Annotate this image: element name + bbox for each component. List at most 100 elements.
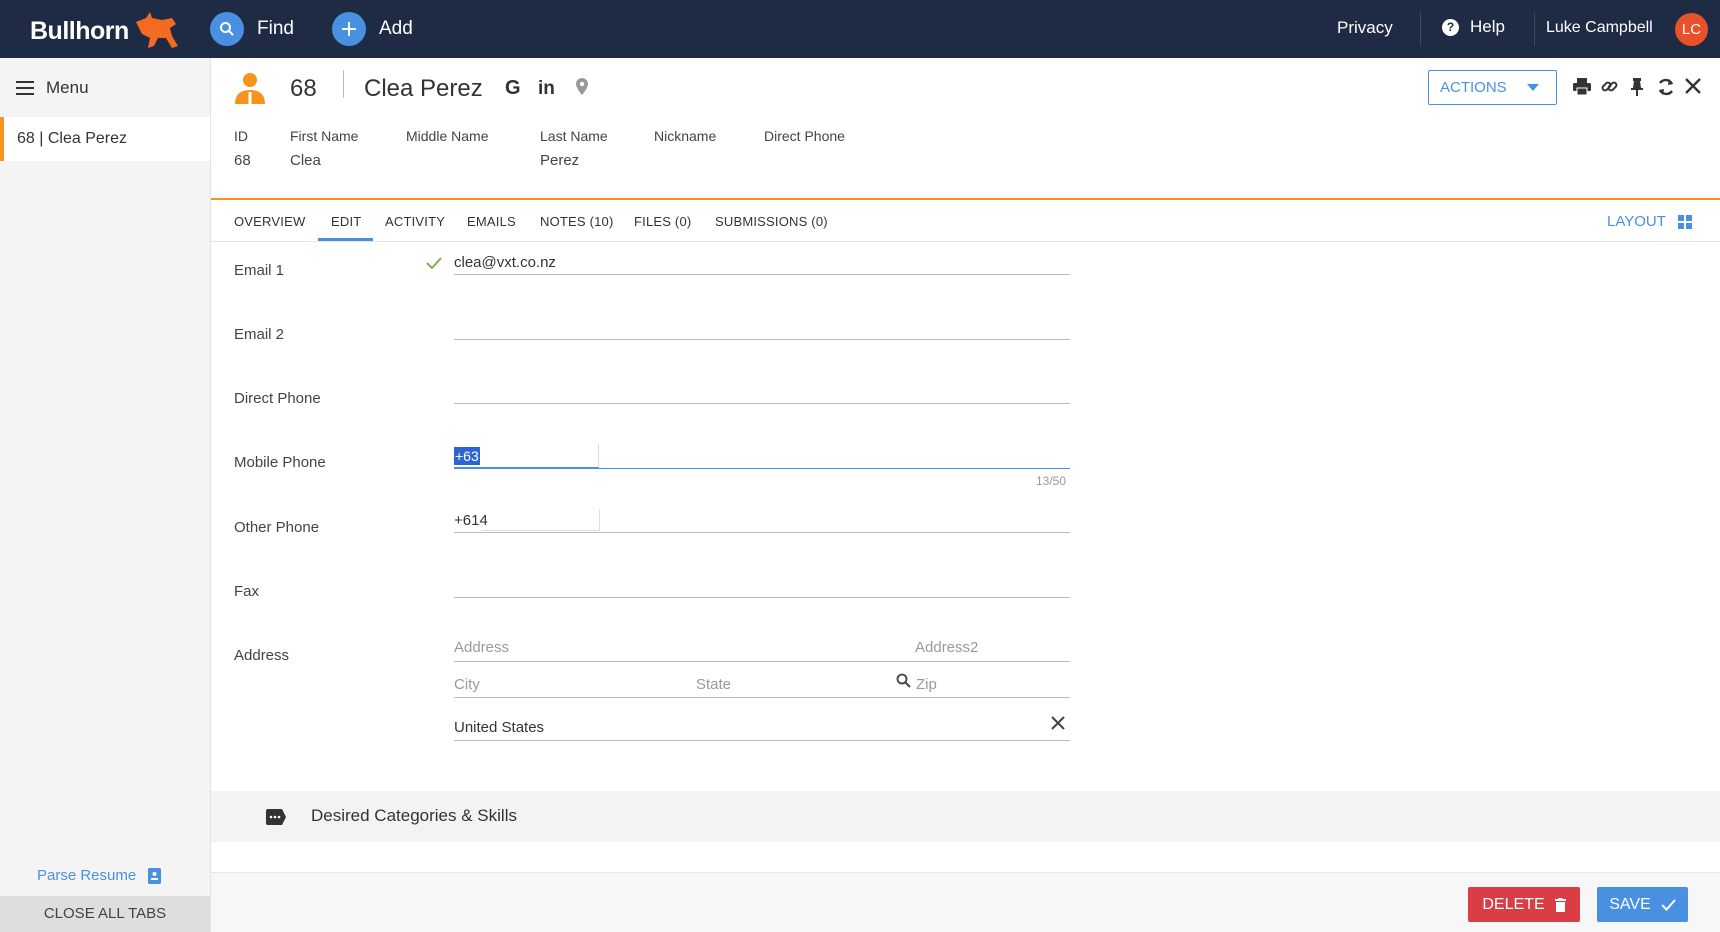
record-header: 68 Clea Perez G in ACTIONS ID 68 First N… bbox=[211, 58, 1720, 200]
mobile-phone-label: Mobile Phone bbox=[234, 454, 326, 471]
fax-input[interactable] bbox=[454, 573, 1070, 595]
record-tabs: OVERVIEW EDIT ACTIVITY EMAILS NOTES (10)… bbox=[211, 200, 1720, 242]
field-label: ID bbox=[234, 128, 248, 144]
header-field-nickname: Nickname bbox=[654, 128, 716, 152]
input-underline bbox=[454, 740, 1070, 741]
delete-button[interactable]: DELETE bbox=[1468, 887, 1580, 922]
actions-label: ACTIONS bbox=[1440, 79, 1507, 96]
layout-button[interactable]: LAYOUT bbox=[1607, 213, 1692, 230]
input-underline bbox=[454, 468, 1070, 469]
link-icon[interactable] bbox=[1601, 78, 1618, 95]
linkedin-icon[interactable]: in bbox=[538, 78, 555, 100]
delete-label: DELETE bbox=[1482, 895, 1545, 913]
tab-overview[interactable]: OVERVIEW bbox=[234, 214, 305, 229]
email2-input[interactable] bbox=[454, 316, 1070, 338]
record-id: 68 bbox=[290, 75, 317, 102]
tab-activity[interactable]: ACTIVITY bbox=[385, 214, 445, 229]
other-phone-label: Other Phone bbox=[234, 519, 320, 536]
save-label: SAVE bbox=[1609, 895, 1651, 913]
privacy-link[interactable]: Privacy bbox=[1337, 18, 1393, 38]
parse-resume-button[interactable]: Parse Resume bbox=[37, 867, 162, 884]
search-icon bbox=[210, 12, 244, 46]
find-button[interactable]: Find bbox=[210, 12, 294, 46]
parse-resume-label: Parse Resume bbox=[37, 867, 137, 884]
search-icon[interactable] bbox=[896, 673, 911, 688]
field-label: First Name bbox=[290, 128, 359, 144]
layout-label: LAYOUT bbox=[1607, 213, 1666, 230]
footer-bar: DELETE SAVE bbox=[211, 872, 1720, 932]
address-label: Address bbox=[234, 647, 290, 664]
fax-label: Fax bbox=[234, 583, 260, 600]
field-label: Last Name bbox=[540, 128, 608, 144]
header-field-id: ID 68 bbox=[234, 128, 251, 169]
menu-label: Menu bbox=[46, 78, 89, 97]
tab-edit[interactable]: EDIT bbox=[331, 214, 361, 229]
print-icon[interactable] bbox=[1573, 78, 1591, 95]
tab-submissions[interactable]: SUBMISSIONS (0) bbox=[715, 214, 828, 229]
header-field-direct-phone: Direct Phone bbox=[764, 128, 845, 152]
tab-notes[interactable]: NOTES (10) bbox=[540, 214, 614, 229]
header-field-first-name: First Name Clea bbox=[290, 128, 358, 169]
trash-icon bbox=[1554, 897, 1566, 912]
active-tab-indicator bbox=[318, 238, 373, 241]
address-input[interactable]: Address bbox=[454, 639, 509, 656]
address2-input[interactable]: Address2 bbox=[915, 639, 978, 656]
bullhorn-logo[interactable]: Bullhorn bbox=[30, 17, 129, 46]
resume-icon bbox=[148, 867, 162, 884]
refresh-icon[interactable] bbox=[1657, 78, 1675, 96]
clear-icon[interactable] bbox=[1051, 716, 1065, 730]
input-underline bbox=[454, 339, 1070, 340]
tab-files[interactable]: FILES (0) bbox=[634, 214, 691, 229]
field-label: Direct Phone bbox=[764, 128, 845, 144]
email1-input[interactable]: clea@vxt.co.nz bbox=[454, 254, 556, 271]
field-value: Clea bbox=[290, 152, 321, 169]
character-counter: 13/50 bbox=[1036, 474, 1067, 488]
menu-button[interactable]: Menu bbox=[16, 78, 89, 98]
section-title: Desired Categories & Skills bbox=[311, 806, 517, 825]
state-input[interactable]: State bbox=[696, 676, 731, 693]
input-underline bbox=[454, 697, 1070, 698]
check-icon bbox=[426, 257, 442, 269]
hamburger-icon bbox=[16, 81, 34, 95]
google-icon[interactable]: G bbox=[505, 77, 521, 100]
field-value: Perez bbox=[540, 152, 580, 169]
user-name[interactable]: Luke Campbell bbox=[1546, 19, 1653, 37]
map-pin-icon[interactable] bbox=[576, 78, 588, 95]
plus-icon bbox=[332, 12, 366, 46]
field-label: Middle Name bbox=[406, 128, 489, 144]
save-button[interactable]: SAVE bbox=[1597, 887, 1688, 922]
sidebar: Menu 68 | Clea Perez Parse Resume CLOSE … bbox=[0, 58, 211, 932]
close-icon[interactable] bbox=[1685, 78, 1701, 94]
tag-icon bbox=[266, 809, 286, 825]
city-input[interactable]: City bbox=[454, 676, 480, 693]
direct-phone-label: Direct Phone bbox=[234, 390, 321, 407]
sidebar-item-open-record[interactable]: 68 | Clea Perez bbox=[0, 117, 210, 161]
actions-dropdown[interactable]: ACTIONS bbox=[1428, 70, 1557, 105]
candidate-person-icon bbox=[235, 73, 265, 104]
add-button[interactable]: Add bbox=[332, 12, 413, 46]
pin-icon[interactable] bbox=[1631, 78, 1643, 96]
country-select[interactable]: United States bbox=[454, 719, 544, 736]
avatar[interactable]: LC bbox=[1675, 13, 1708, 46]
tab-emails[interactable]: EMAILS bbox=[467, 214, 516, 229]
field-value: 68 bbox=[234, 152, 251, 169]
zip-input[interactable]: Zip bbox=[916, 676, 937, 693]
add-label: Add bbox=[379, 18, 413, 39]
check-icon bbox=[1661, 898, 1676, 911]
input-underline bbox=[454, 661, 1070, 662]
record-name: Clea Perez bbox=[364, 75, 483, 102]
section-header[interactable]: Desired Categories & Skills bbox=[211, 791, 1720, 842]
input-underline bbox=[454, 274, 1070, 275]
header-field-middle-name: Middle Name bbox=[406, 128, 488, 152]
direct-phone-input[interactable] bbox=[454, 380, 1070, 402]
header-field-last-name: Last Name Perez bbox=[540, 128, 608, 169]
top-nav-bar: Bullhorn Find Add Privacy ? Help Luke Ca… bbox=[0, 0, 1720, 58]
input-underline bbox=[454, 597, 1070, 598]
mobile-phone-selected-text: +63 bbox=[454, 447, 480, 465]
close-all-tabs-button[interactable]: CLOSE ALL TABS bbox=[0, 896, 210, 932]
help-button[interactable]: ? Help bbox=[1442, 17, 1505, 37]
email2-label: Email 2 bbox=[234, 326, 285, 343]
grid-icon bbox=[1677, 214, 1692, 229]
divider bbox=[1420, 12, 1421, 46]
email1-label: Email 1 bbox=[234, 262, 285, 279]
